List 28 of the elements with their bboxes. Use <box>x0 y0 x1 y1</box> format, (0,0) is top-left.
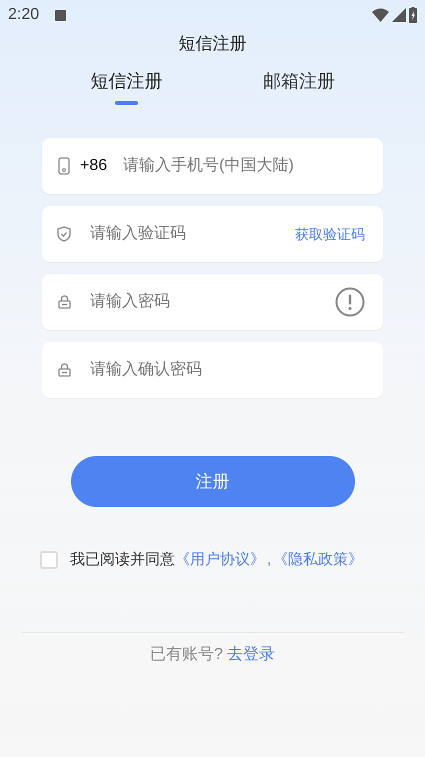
battery-icon <box>409 7 417 23</box>
tab[interactable]: 邮箱注册 <box>262 68 335 105</box>
get-code-link[interactable]: 获取验证码 <box>295 224 365 244</box>
policy-link[interactable]: 《用户协议》 <box>175 551 265 568</box>
tab[interactable]: 短信注册 <box>90 68 162 105</box>
input-field[interactable]: +86 请输入手机号(中国大陆) <box>42 138 383 194</box>
phone-icon <box>58 157 70 175</box>
text-input[interactable]: 请输入手机号(中国大陆) <box>123 154 365 178</box>
lock-icon <box>58 295 70 309</box>
register-button[interactable]: 注册 <box>70 456 354 507</box>
agreement-text: 我已阅读并同意《用户协议》,《隐私政策》 <box>70 550 364 570</box>
input-field[interactable]: 请输入密码 <box>42 274 383 330</box>
lock-icon <box>58 363 70 377</box>
signal-icon <box>392 8 406 22</box>
login-prompt: 已有账号? <box>150 644 223 664</box>
country-code: +86 <box>80 156 108 176</box>
input-field[interactable]: 请输入确认密码 <box>42 342 383 398</box>
shield-icon <box>57 226 71 242</box>
status-time: 2:20 <box>8 5 40 25</box>
login-link[interactable]: 去登录 <box>226 642 275 666</box>
text-input[interactable]: 请输入验证码 <box>90 222 295 246</box>
page-title: 短信注册 <box>178 33 246 56</box>
agreement-checkbox[interactable] <box>40 551 58 570</box>
text-input[interactable]: 请输入密码 <box>90 290 335 314</box>
input-field[interactable]: 请输入验证码 获取验证码 <box>42 206 383 262</box>
text-input[interactable]: 请输入确认密码 <box>90 358 365 382</box>
wifi-icon <box>372 8 389 22</box>
policy-link[interactable]: 《隐私政策》 <box>273 551 364 568</box>
